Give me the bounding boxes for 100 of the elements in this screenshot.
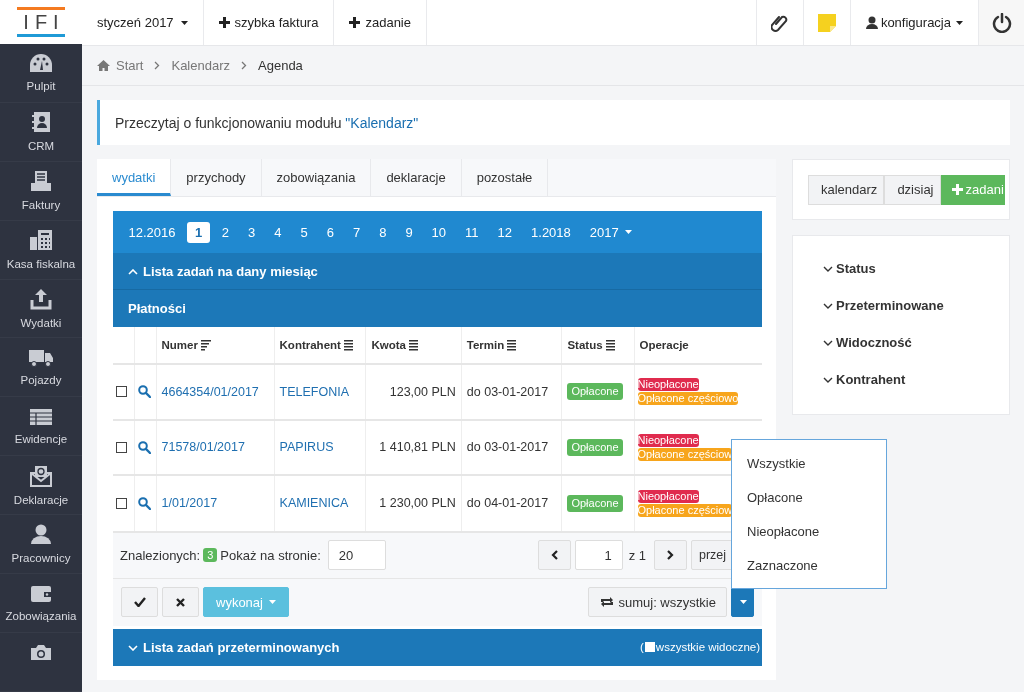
filter-icon[interactable] (507, 339, 517, 351)
invoice-link[interactable]: 4664354/01/2017 (161, 384, 259, 399)
month-link[interactable]: 6 (319, 221, 342, 243)
sidebar-item[interactable]: Pojazdy (0, 338, 82, 398)
year-dropdown[interactable]: 2017 (582, 221, 640, 243)
month-link[interactable]: 5 (292, 221, 316, 243)
sort-icon[interactable] (200, 339, 211, 351)
power-icon[interactable] (991, 12, 1012, 33)
menu-item[interactable]: Wszystkie (732, 455, 886, 471)
month-link[interactable]: 11 (457, 221, 487, 243)
due-date-text: do 03-01-2017 (466, 440, 549, 455)
section-header[interactable]: Lista zadań przeterminowanych (128, 639, 340, 655)
row-checkbox[interactable] (116, 441, 127, 453)
search-icon[interactable] (137, 440, 151, 454)
filter-toggle[interactable]: Status (823, 260, 1009, 277)
info-text: Przeczytaj o funkcjonowaniu modułu "Kalendarz" (115, 114, 419, 131)
search-icon[interactable] (137, 385, 151, 399)
chevron-left-icon (550, 550, 558, 560)
person-icon (30, 523, 52, 546)
caret-icon (740, 600, 747, 604)
breadcrumb-link[interactable]: Start (116, 58, 144, 73)
month-link[interactable]: 1.2018 (523, 221, 579, 243)
row-checkbox[interactable] (116, 497, 127, 509)
caret-icon (180, 20, 188, 25)
sidebar-item[interactable]: Wydatki (0, 279, 82, 339)
add-link[interactable]: szybka faktura (203, 0, 335, 45)
status-action-button[interactable]: Nieopłacone (637, 433, 699, 447)
filter-icon[interactable] (343, 339, 353, 351)
menu-item[interactable]: Opłacone (732, 489, 886, 505)
month-link[interactable]: 3 (240, 221, 263, 243)
previous-page-button[interactable] (537, 540, 571, 570)
sum-button[interactable]: sumuj: wszystkie (588, 587, 727, 617)
sidebar-item[interactable]: Zobowiązania (0, 573, 82, 633)
month-dropdown[interactable]: styczeń 2017 (82, 0, 204, 45)
home-icon (97, 60, 110, 71)
column-header[interactable]: Numer (161, 339, 211, 351)
sidebar-item[interactable]: Pracownicy (0, 515, 82, 574)
contractor-link[interactable]: TELEFONIA (279, 384, 350, 399)
chevron-icon (154, 61, 161, 70)
filter-toggle[interactable]: Kontrahent (823, 371, 1009, 388)
status-action-button[interactable]: Nieopłacone (637, 489, 699, 503)
chevron-down-icon (823, 302, 833, 309)
search-icon[interactable] (137, 496, 151, 510)
invoice-link[interactable]: 1/01/2017 (161, 496, 218, 511)
sidebar-item[interactable]: Ewidencje (0, 397, 82, 457)
month-link[interactable]: 1 (187, 221, 211, 243)
month-link[interactable]: 4 (266, 221, 289, 243)
invoice-link[interactable]: 71578/01/2017 (161, 440, 245, 455)
sidebar-item[interactable]: Pulpit (0, 44, 82, 103)
view-button[interactable]: kalendarz (808, 174, 885, 205)
add-link[interactable]: zadanie (334, 0, 427, 45)
page-count-text: z 1 (628, 547, 646, 563)
filter-toggle[interactable]: Przeterminowane (823, 297, 1009, 314)
month-link[interactable]: 9 (397, 221, 421, 243)
menu-item[interactable]: Nieopłacone (732, 523, 886, 539)
month-link[interactable]: 7 (345, 221, 368, 243)
tab[interactable]: wydatki (97, 159, 172, 196)
confirm-button[interactable] (121, 587, 158, 617)
due-date-text: do 03-01-2017 (466, 384, 549, 399)
status-label: Opłacone (567, 494, 623, 512)
breadcrumb-link[interactable]: Kalendarz (171, 58, 230, 73)
column-header[interactable]: Kwota (371, 339, 418, 351)
sidebar-item[interactable]: Kasa fiskalna (0, 220, 82, 280)
view-button[interactable]: dzisiaj (884, 174, 941, 205)
page-number-field[interactable]: 1 (574, 540, 623, 570)
sidebar-item[interactable]: Faktury (0, 161, 82, 221)
plus-icon (951, 184, 963, 195)
column-header[interactable]: Operacje (639, 339, 689, 351)
month-link[interactable]: 12.2016 (121, 221, 183, 243)
caret-icon (624, 230, 632, 234)
column-header[interactable]: Status (567, 339, 615, 351)
next-page-button[interactable] (654, 540, 687, 570)
per-page-field[interactable]: 20 (327, 540, 386, 570)
plus-icon (349, 17, 361, 28)
cancel-button[interactable] (162, 587, 199, 617)
parenthesis-text: ( (640, 641, 644, 653)
contractor-link[interactable]: KAMIENICA (279, 496, 349, 511)
month-link[interactable]: 10 (424, 221, 454, 243)
section-header[interactable]: Lista zadań na dany miesiąc (113, 253, 762, 290)
month-link[interactable]: 8 (371, 221, 394, 243)
month-link[interactable]: 2 (214, 221, 237, 243)
column-header[interactable]: Termin (466, 339, 517, 351)
filter-icon[interactable] (605, 339, 615, 351)
status-label: Opłacone (567, 438, 623, 456)
filter-toggle[interactable]: Widoczność (823, 334, 1009, 351)
sidebar-item[interactable]: Deklaracje (0, 456, 82, 515)
module-link[interactable]: "Kalendarz" (345, 114, 419, 131)
row-checkbox[interactable] (116, 386, 127, 398)
chevron-down-icon (823, 339, 833, 346)
envelope-icon (30, 464, 52, 487)
sidebar-item[interactable]: CRM (0, 102, 82, 162)
month-link[interactable]: 12 (490, 221, 520, 243)
caret-icon (268, 600, 276, 604)
filter-icon[interactable] (409, 339, 418, 351)
dropdown-toggle[interactable] (731, 587, 754, 617)
status-action-button[interactable]: Nieopłacone (637, 378, 699, 392)
column-header[interactable]: Kontrahent (279, 339, 353, 351)
checkbox[interactable] (644, 642, 655, 652)
status-label: Opłacone (567, 383, 623, 401)
contractor-link[interactable]: PAPIRUS (279, 440, 334, 455)
